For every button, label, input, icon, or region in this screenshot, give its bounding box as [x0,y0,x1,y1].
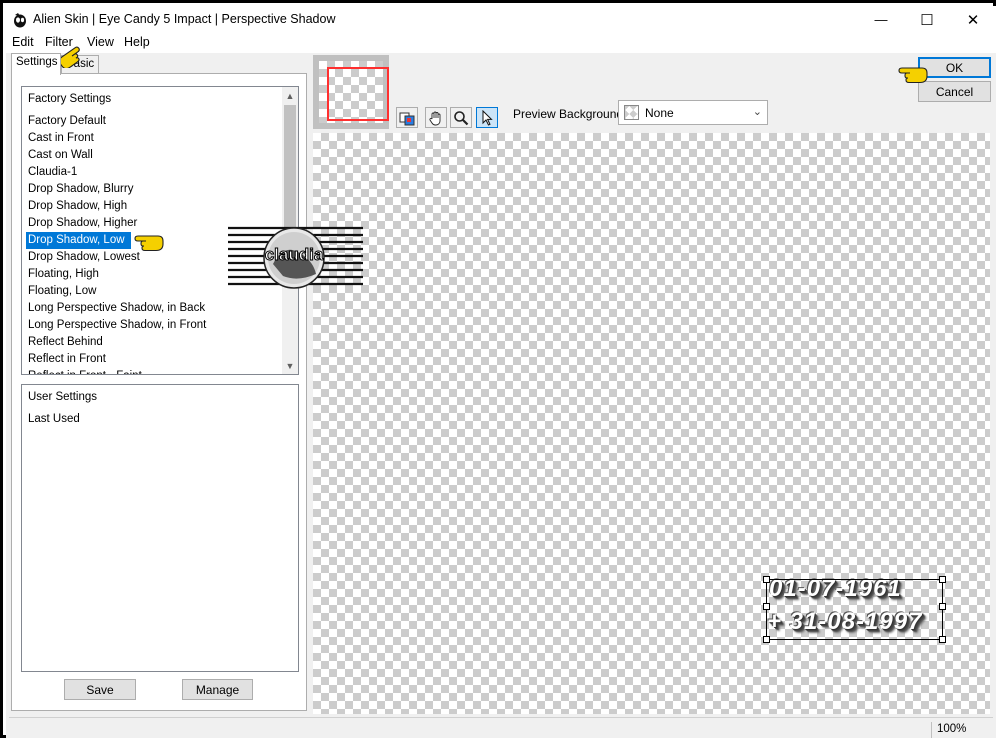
selection-box[interactable] [763,576,946,643]
close-button[interactable]: ✕ [950,6,996,33]
selection-handle[interactable] [939,576,946,583]
list-item-label: Cast on Wall [28,149,93,161]
manage-button[interactable]: Manage [182,679,253,700]
main-area: Settings Basic Factory Settings Factory … [6,53,996,738]
app-window: Alien Skin | Eye Candy 5 Impact | Perspe… [0,0,996,738]
list-item[interactable]: Reflect in Front [26,351,282,368]
selection-handle[interactable] [763,576,770,583]
pan-tool-button[interactable] [425,107,447,128]
compare-tool-button[interactable] [396,107,418,128]
menu-help[interactable]: Help [124,35,150,49]
preview-navigator[interactable] [313,55,389,129]
selection-handle[interactable] [763,636,770,643]
list-item-label: Long Perspective Shadow, in Back [28,302,206,314]
pointing-hand-icon [898,67,928,84]
select-tool-button[interactable] [476,107,498,128]
user-settings-header: User Settings [28,391,98,403]
factory-settings-header: Factory Settings [28,93,112,105]
list-item-label: Reflect in Front - Faint [26,368,282,374]
status-bar: 100% [9,717,993,738]
list-item-label: Claudia-1 [28,166,78,178]
list-item-label: Reflect in Front [28,353,106,365]
hand-pan-icon [429,111,441,125]
zoom-icon [454,110,469,125]
preview-background-value: None [645,106,674,120]
minimize-button[interactable]: — [858,6,904,33]
arrow-select-icon [482,109,493,126]
list-item-label: Cast in Front [28,132,94,144]
list-item[interactable]: Factory Default [26,113,282,130]
scroll-up-icon[interactable]: ▲ [282,87,298,104]
list-item[interactable]: Drop Shadow, High [26,198,282,215]
list-item[interactable]: Cast on Wall [26,147,282,164]
list-item-label: Long Perspective Shadow, in Front [28,319,207,331]
window-title: Alien Skin | Eye Candy 5 Impact | Perspe… [33,12,336,26]
preview-compare-icon [399,112,415,125]
selection-handle[interactable] [939,603,946,610]
close-icon: ✕ [966,11,980,29]
selection-handle[interactable] [763,603,770,610]
list-item-label: Drop Shadow, High [28,200,128,212]
menu-bar: Edit Filter View Help [6,33,996,53]
user-settings-items: Last Used [26,411,282,428]
list-item[interactable]: Reflect in Front - Faint [26,368,282,374]
app-logo-icon [14,13,26,28]
maximize-icon: ☐ [920,11,934,29]
minimize-icon: — [874,12,888,27]
chevron-down-icon: ⌄ [752,106,762,118]
menu-view[interactable]: View [87,35,114,49]
user-settings-list[interactable]: User Settings Last Used [21,384,299,672]
preview-background-label: Preview Background: [513,107,627,121]
title-bar: Alien Skin | Eye Candy 5 Impact | Perspe… [6,6,996,33]
list-item-label: Reflect Behind [28,336,103,348]
list-item[interactable]: Drop Shadow, Blurry [26,181,282,198]
settings-panel: Factory Settings Factory Default Cast in … [11,73,307,711]
watermark-text: claudia [265,245,324,264]
list-item[interactable]: Long Perspective Shadow, in Back [26,300,282,317]
list-item-label: Factory Default [28,115,106,127]
list-item-label: Drop Shadow, Low [26,232,131,249]
list-item[interactable]: Reflect Behind [26,334,282,351]
list-item[interactable]: Claudia-1 [26,164,282,181]
tab-settings[interactable]: Settings [11,53,61,75]
menu-edit[interactable]: Edit [12,35,34,49]
zoom-level: 100% [931,722,993,738]
watermark-stamp: claudia [228,226,363,289]
list-item-label: Drop Shadow, Blurry [28,183,134,195]
scroll-down-icon[interactable]: ▼ [282,357,298,374]
pointing-hand-icon [134,235,164,252]
selection-handle[interactable] [939,636,946,643]
preview-background-select[interactable]: None ⌄ [618,100,768,125]
navigator-viewport-frame[interactable] [327,67,389,121]
background-swatch [624,105,639,120]
list-item[interactable]: Cast in Front [26,130,282,147]
save-button[interactable]: Save [64,679,136,700]
list-item[interactable]: Last Used [26,411,282,428]
maximize-button[interactable]: ☐ [904,6,950,33]
preview-canvas[interactable]: 01-07-1961 + 31-08-1997 [313,133,990,714]
list-item[interactable]: Long Perspective Shadow, in Front [26,317,282,334]
zoom-tool-button[interactable] [450,107,472,128]
